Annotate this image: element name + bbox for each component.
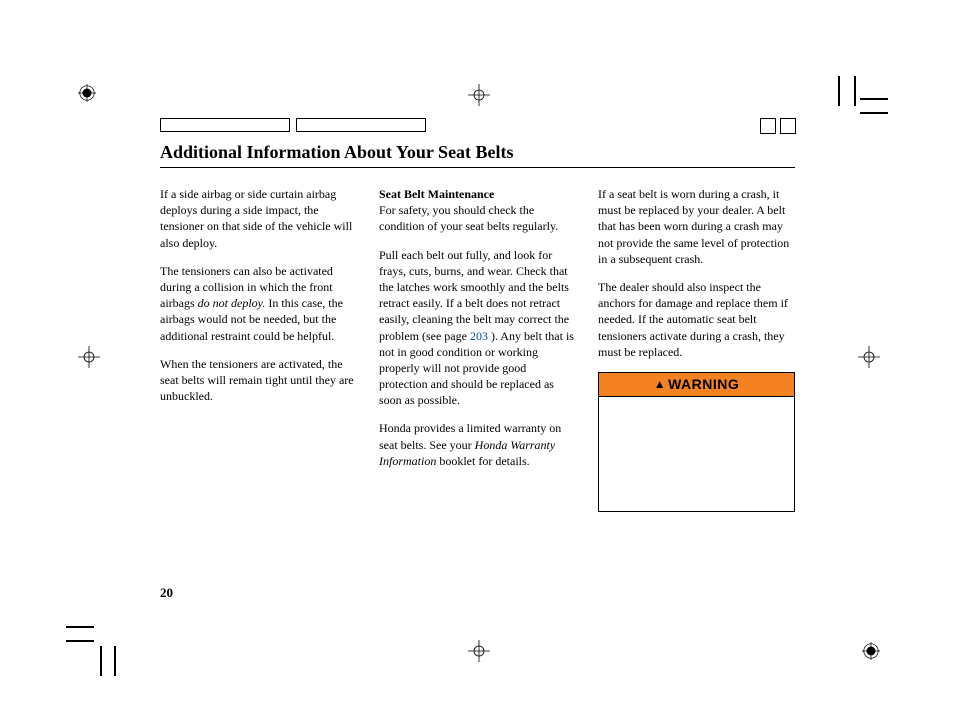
header-placeholder-box xyxy=(160,118,290,132)
header-placeholder-box xyxy=(296,118,426,132)
body-paragraph: Pull each belt out fully, and look for f… xyxy=(379,247,576,409)
page-reference-link[interactable]: 203 xyxy=(470,329,488,343)
registration-mark-icon xyxy=(862,642,880,660)
page-content: Additional Information About Your Seat B… xyxy=(160,118,795,512)
body-paragraph: The dealer should also inspect the ancho… xyxy=(598,279,795,360)
body-paragraph: When the tensioners are activated, the s… xyxy=(160,356,357,405)
registration-mark-icon xyxy=(78,84,96,102)
column-1: If a side airbag or side curtain airbag … xyxy=(160,186,357,512)
column-3: If a seat belt is worn during a crash, i… xyxy=(598,186,795,512)
warning-label: WARNING xyxy=(668,376,739,392)
body-paragraph: The tensioners can also be activated dur… xyxy=(160,263,357,344)
target-mark-icon xyxy=(78,346,100,368)
column-2: Seat Belt Maintenance For safety, you sh… xyxy=(379,186,576,512)
page-title: Additional Information About Your Seat B… xyxy=(160,142,795,163)
body-text: booklet for details. xyxy=(436,454,529,468)
section-subhead: Seat Belt Maintenance xyxy=(379,187,494,201)
crop-mark-icon xyxy=(838,76,888,126)
title-rule xyxy=(160,167,795,168)
body-paragraph: If a seat belt is worn during a crash, i… xyxy=(598,186,795,267)
warning-triangle-icon: ▲ xyxy=(654,376,666,392)
target-mark-icon xyxy=(858,346,880,368)
body-columns: If a side airbag or side curtain airbag … xyxy=(160,186,795,512)
warning-header: ▲WARNING xyxy=(599,373,794,397)
page-number: 20 xyxy=(160,585,173,601)
emphasis-text: do not deploy. xyxy=(198,296,266,310)
header-box-group xyxy=(160,118,795,132)
target-mark-icon xyxy=(468,84,490,106)
body-paragraph: If a side airbag or side curtain airbag … xyxy=(160,186,357,251)
crop-mark-icon xyxy=(66,618,116,668)
body-text: For safety, you should check the conditi… xyxy=(379,203,558,233)
body-paragraph: Seat Belt Maintenance For safety, you sh… xyxy=(379,186,576,235)
target-mark-icon xyxy=(468,640,490,662)
body-paragraph: Honda provides a limited warranty on sea… xyxy=(379,420,576,469)
warning-box: ▲WARNING xyxy=(598,372,795,512)
